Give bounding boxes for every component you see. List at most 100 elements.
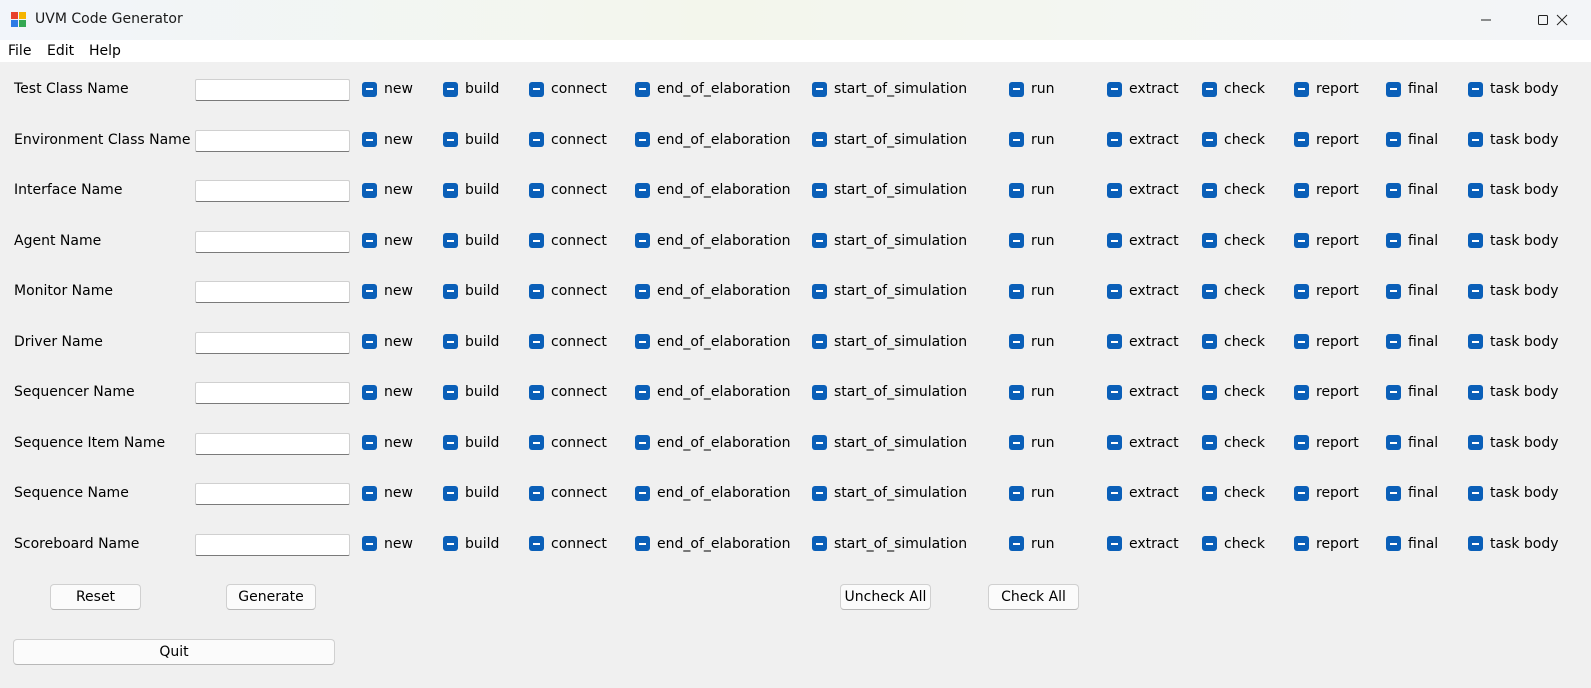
phase-checkbox[interactable]: run	[1009, 81, 1055, 97]
phase-checkbox[interactable]: build	[443, 182, 499, 198]
name-input[interactable]	[195, 129, 350, 152]
check-all-button[interactable]: Check All	[988, 584, 1079, 610]
phase-checkbox[interactable]: report	[1294, 334, 1359, 350]
phase-checkbox[interactable]: build	[443, 132, 499, 148]
phase-checkbox[interactable]: end_of_elaboration	[635, 182, 791, 198]
phase-checkbox[interactable]: run	[1009, 435, 1055, 451]
name-input[interactable]	[195, 533, 350, 556]
name-input[interactable]	[195, 230, 350, 253]
phase-checkbox[interactable]: report	[1294, 435, 1359, 451]
phase-checkbox[interactable]: build	[443, 435, 499, 451]
phase-checkbox[interactable]: run	[1009, 334, 1055, 350]
phase-checkbox[interactable]: start_of_simulation	[812, 132, 967, 148]
name-input[interactable]	[195, 432, 350, 455]
phase-checkbox[interactable]: run	[1009, 283, 1055, 299]
phase-checkbox[interactable]: start_of_simulation	[812, 384, 967, 400]
phase-checkbox[interactable]: connect	[529, 384, 607, 400]
phase-checkbox[interactable]: new	[362, 485, 413, 501]
phase-checkbox[interactable]: new	[362, 334, 413, 350]
phase-checkbox[interactable]: build	[443, 334, 499, 350]
phase-checkbox[interactable]: new	[362, 233, 413, 249]
phase-checkbox[interactable]: run	[1009, 233, 1055, 249]
menu-help[interactable]: Help	[89, 43, 121, 59]
phase-checkbox[interactable]: task body	[1468, 334, 1559, 350]
phase-checkbox[interactable]: check	[1202, 485, 1265, 501]
phase-checkbox[interactable]: task body	[1468, 132, 1559, 148]
phase-checkbox[interactable]: run	[1009, 384, 1055, 400]
phase-checkbox[interactable]: final	[1386, 435, 1438, 451]
phase-checkbox[interactable]: report	[1294, 536, 1359, 552]
phase-checkbox[interactable]: run	[1009, 182, 1055, 198]
phase-checkbox[interactable]: final	[1386, 132, 1438, 148]
phase-checkbox[interactable]: check	[1202, 182, 1265, 198]
quit-button[interactable]: Quit	[13, 639, 335, 665]
phase-checkbox[interactable]: connect	[529, 485, 607, 501]
name-input[interactable]	[195, 382, 350, 404]
phase-checkbox[interactable]: final	[1386, 233, 1438, 249]
name-input[interactable]	[195, 483, 350, 505]
phase-checkbox[interactable]: new	[362, 132, 413, 148]
phase-checkbox[interactable]: final	[1386, 182, 1438, 198]
menu-file[interactable]: File	[8, 43, 31, 59]
phase-checkbox[interactable]: end_of_elaboration	[635, 536, 791, 552]
phase-checkbox[interactable]: end_of_elaboration	[635, 233, 791, 249]
phase-checkbox[interactable]: end_of_elaboration	[635, 132, 791, 148]
phase-checkbox[interactable]: start_of_simulation	[812, 334, 967, 350]
phase-checkbox[interactable]: check	[1202, 536, 1265, 552]
phase-checkbox[interactable]: check	[1202, 81, 1265, 97]
phase-checkbox[interactable]: report	[1294, 384, 1359, 400]
phase-checkbox[interactable]: end_of_elaboration	[635, 334, 791, 350]
phase-checkbox[interactable]: connect	[529, 536, 607, 552]
phase-checkbox[interactable]: report	[1294, 81, 1359, 97]
name-input[interactable]	[195, 281, 350, 303]
phase-checkbox[interactable]: start_of_simulation	[812, 283, 967, 299]
phase-checkbox[interactable]: start_of_simulation	[812, 233, 967, 249]
phase-checkbox[interactable]: report	[1294, 485, 1359, 501]
phase-checkbox[interactable]: end_of_elaboration	[635, 81, 791, 97]
phase-checkbox[interactable]: build	[443, 384, 499, 400]
phase-checkbox[interactable]: build	[443, 233, 499, 249]
phase-checkbox[interactable]: final	[1386, 536, 1438, 552]
phase-checkbox[interactable]: task body	[1468, 485, 1559, 501]
close-button[interactable]	[1533, 0, 1591, 40]
phase-checkbox[interactable]: task body	[1468, 182, 1559, 198]
phase-checkbox[interactable]: check	[1202, 132, 1265, 148]
phase-checkbox[interactable]: task body	[1468, 536, 1559, 552]
phase-checkbox[interactable]: extract	[1107, 485, 1179, 501]
minimize-button[interactable]	[1457, 0, 1515, 40]
phase-checkbox[interactable]: run	[1009, 132, 1055, 148]
phase-checkbox[interactable]: connect	[529, 233, 607, 249]
phase-checkbox[interactable]: new	[362, 182, 413, 198]
phase-checkbox[interactable]: extract	[1107, 384, 1179, 400]
phase-checkbox[interactable]: task body	[1468, 435, 1559, 451]
phase-checkbox[interactable]: extract	[1107, 182, 1179, 198]
phase-checkbox[interactable]: end_of_elaboration	[635, 485, 791, 501]
uncheck-all-button[interactable]: Uncheck All	[840, 584, 931, 610]
phase-checkbox[interactable]: start_of_simulation	[812, 81, 967, 97]
phase-checkbox[interactable]: check	[1202, 233, 1265, 249]
phase-checkbox[interactable]: check	[1202, 283, 1265, 299]
phase-checkbox[interactable]: connect	[529, 334, 607, 350]
phase-checkbox[interactable]: end_of_elaboration	[635, 384, 791, 400]
phase-checkbox[interactable]: build	[443, 485, 499, 501]
phase-checkbox[interactable]: connect	[529, 81, 607, 97]
phase-checkbox[interactable]: extract	[1107, 283, 1179, 299]
phase-checkbox[interactable]: end_of_elaboration	[635, 283, 791, 299]
phase-checkbox[interactable]: final	[1386, 485, 1438, 501]
menu-edit[interactable]: Edit	[47, 43, 74, 59]
phase-checkbox[interactable]: extract	[1107, 81, 1179, 97]
phase-checkbox[interactable]: run	[1009, 485, 1055, 501]
phase-checkbox[interactable]: run	[1009, 536, 1055, 552]
phase-checkbox[interactable]: start_of_simulation	[812, 182, 967, 198]
phase-checkbox[interactable]: final	[1386, 81, 1438, 97]
phase-checkbox[interactable]: extract	[1107, 233, 1179, 249]
phase-checkbox[interactable]: task body	[1468, 81, 1559, 97]
phase-checkbox[interactable]: report	[1294, 233, 1359, 249]
phase-checkbox[interactable]: new	[362, 384, 413, 400]
generate-button[interactable]: Generate	[226, 584, 316, 610]
phase-checkbox[interactable]: new	[362, 536, 413, 552]
phase-checkbox[interactable]: new	[362, 81, 413, 97]
phase-checkbox[interactable]: task body	[1468, 384, 1559, 400]
phase-checkbox[interactable]: extract	[1107, 132, 1179, 148]
phase-checkbox[interactable]: new	[362, 435, 413, 451]
